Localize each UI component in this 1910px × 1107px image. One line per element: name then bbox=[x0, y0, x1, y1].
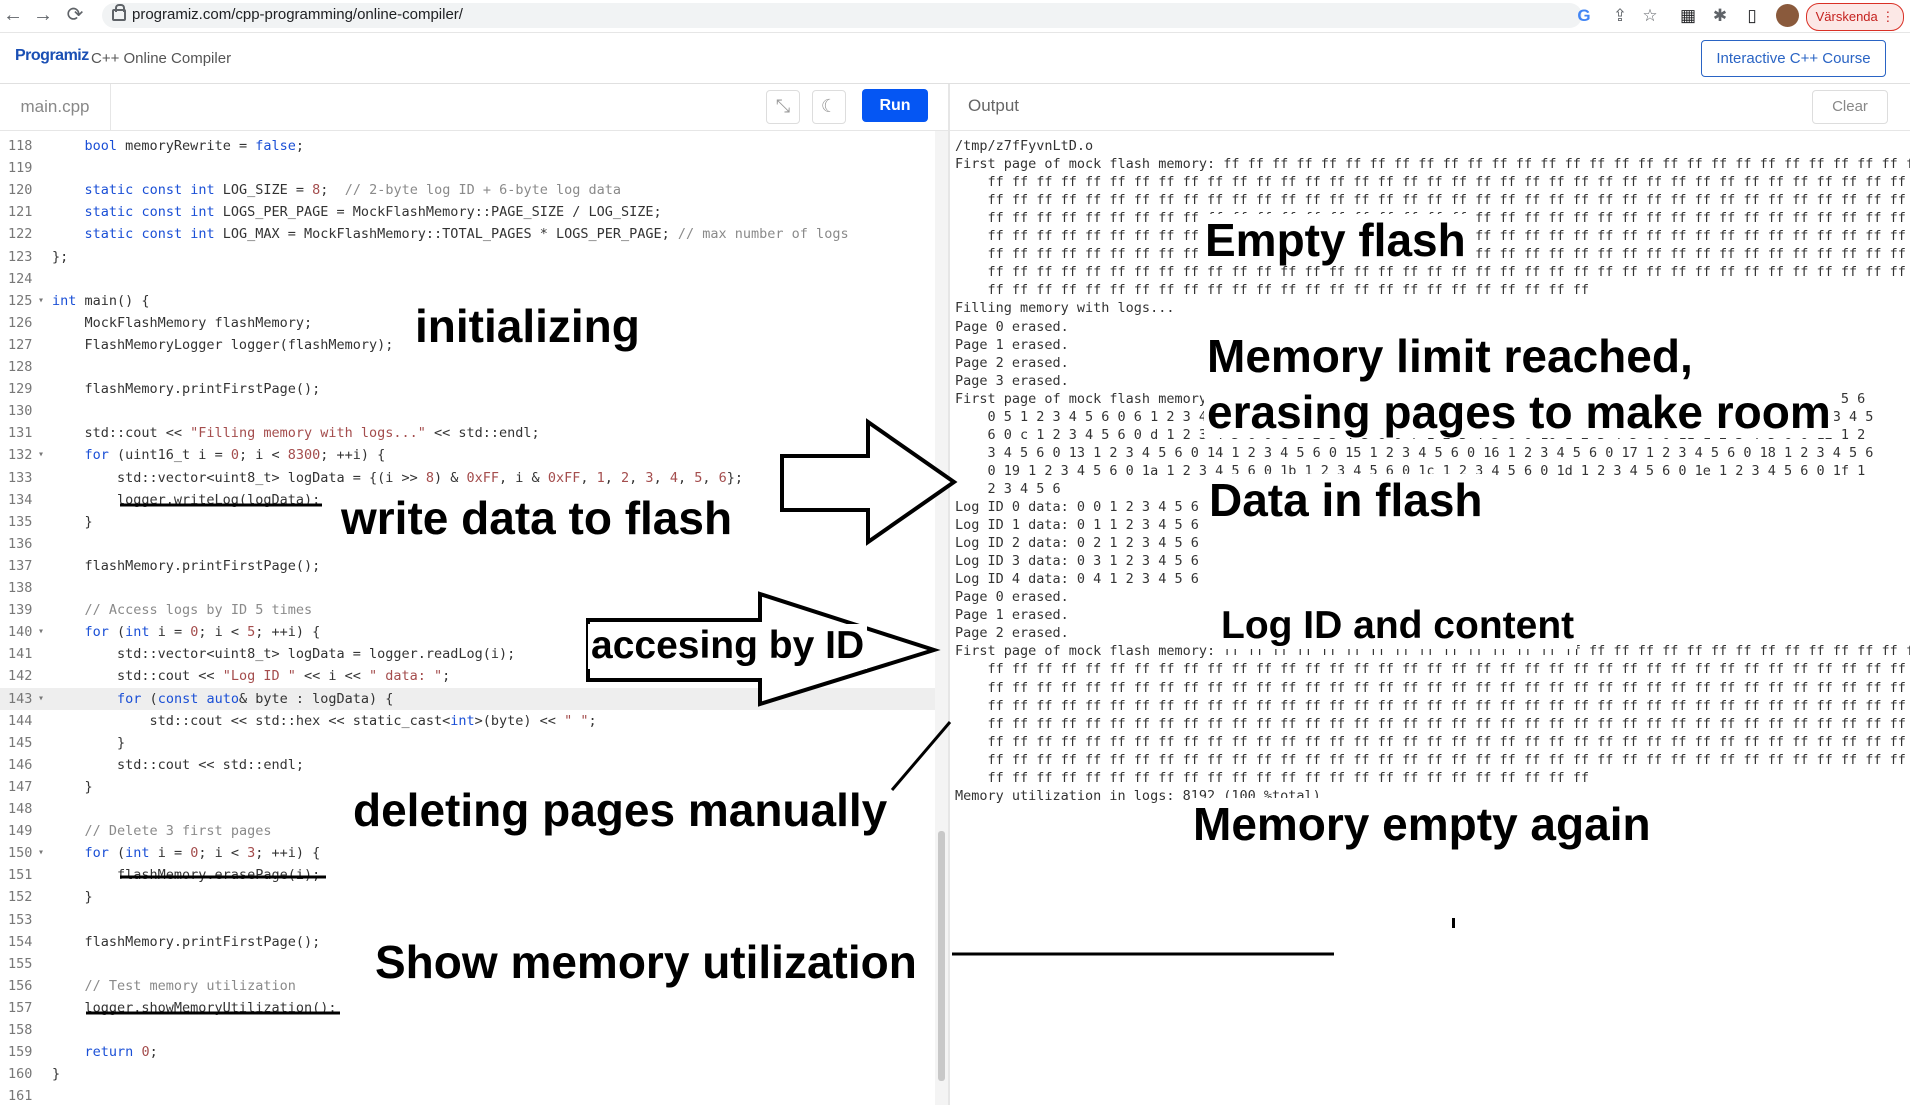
annotation-empty-flash: Empty flash bbox=[1202, 214, 1469, 267]
annotation-deleting: deleting pages manually bbox=[350, 784, 891, 837]
stray-mark bbox=[1452, 918, 1455, 928]
annotation-memory-limit-line1: Memory limit reached, bbox=[1204, 330, 1696, 383]
annotation-show-memory: Show memory utilization bbox=[372, 936, 920, 989]
annotation-data-in-flash: Data in flash bbox=[1206, 474, 1486, 527]
annotation-memory-limit-line2: erasing pages to make room bbox=[1204, 386, 1834, 439]
annotation-accessing: accesing by ID bbox=[588, 624, 868, 669]
arrow-write-to-data bbox=[780, 418, 958, 546]
annotation-initializing: initializing bbox=[412, 300, 643, 353]
pointer-line-deleting bbox=[890, 721, 952, 791]
annotation-arrows bbox=[86, 418, 1455, 1015]
annotation-log-id: Log ID and content bbox=[1218, 604, 1578, 649]
annotation-memory-empty: Memory empty again bbox=[1190, 798, 1654, 851]
annotation-write-data: write data to flash bbox=[338, 492, 736, 545]
